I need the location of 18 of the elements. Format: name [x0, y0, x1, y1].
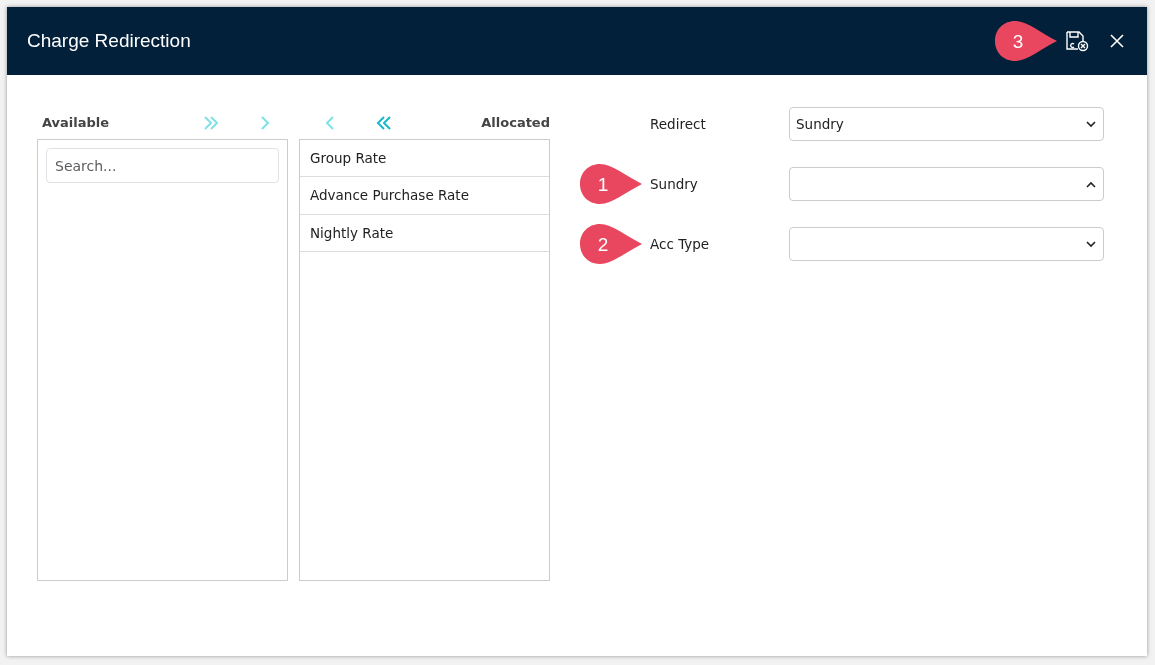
field-label: Acc Type [649, 234, 711, 254]
callout-marker: 3 [993, 19, 1059, 63]
list-item[interactable]: Group Rate [300, 140, 549, 178]
save-close-icon[interactable] [1063, 28, 1091, 54]
callout-marker: 2 [578, 222, 644, 266]
dropdown-field[interactable] [789, 227, 1104, 261]
panel-title: Allocated [481, 114, 550, 133]
field-label: Sundry [649, 174, 699, 194]
list-item[interactable]: Nightly Rate [300, 214, 549, 252]
dropdown-field[interactable] [789, 167, 1104, 201]
search-field[interactable]: Search... [46, 148, 279, 183]
field-label: Redirect [649, 114, 707, 134]
callout-marker: 1 [578, 162, 644, 206]
window-title: Charge Redirection [27, 28, 191, 53]
dropdown-field[interactable]: Sundry [789, 107, 1104, 141]
list-item[interactable]: Advance Purchase Rate [300, 177, 549, 215]
panel-title: Available [41, 114, 110, 133]
field-value: Sundry [796, 114, 844, 134]
